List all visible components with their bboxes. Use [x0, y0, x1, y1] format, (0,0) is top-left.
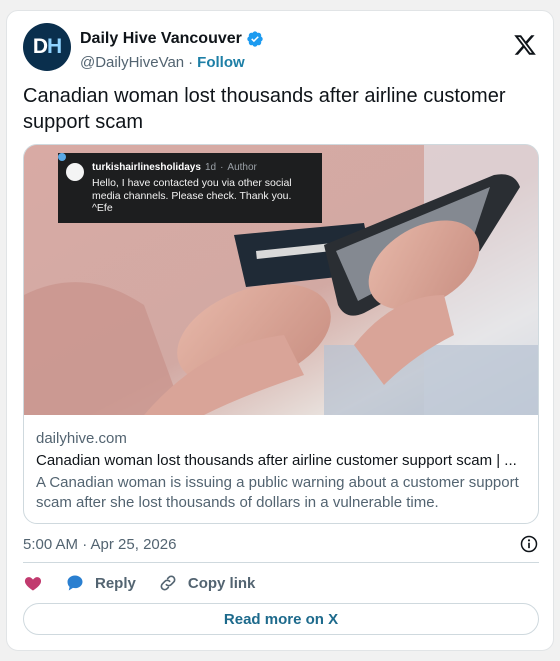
- reply-label: Reply: [95, 574, 136, 592]
- link-icon: [160, 575, 176, 591]
- read-more-button[interactable]: Read more on X: [23, 603, 539, 635]
- avatar-letter-h: H: [47, 35, 62, 58]
- name-row: Daily Hive Vancouver: [80, 30, 264, 48]
- action-bar: Reply Copy link: [23, 571, 255, 595]
- overlay-role: Author: [227, 162, 257, 173]
- overlay-meta: turkishairlinesholidays 1d · Author: [58, 153, 312, 174]
- timestamp[interactable]: 5:00 AM · Apr 25, 2026: [23, 536, 176, 553]
- copy-link-button[interactable]: Copy link: [158, 573, 256, 593]
- link-title: Canadian woman lost thousands after airl…: [36, 452, 517, 469]
- heart-icon: [24, 577, 42, 591]
- info-icon[interactable]: [519, 534, 539, 554]
- overlay-separator: ·: [220, 162, 224, 173]
- link-domain: dailyhive.com: [36, 430, 127, 447]
- like-button[interactable]: [23, 573, 43, 593]
- display-name[interactable]: Daily Hive Vancouver: [80, 30, 242, 48]
- verified-badge-icon: [247, 31, 263, 47]
- follow-button[interactable]: Follow: [197, 54, 245, 71]
- x-logo-icon[interactable]: [513, 33, 537, 57]
- overlay-account: turkishairlinesholidays: [92, 162, 201, 173]
- handle-row: @DailyHiveVan · Follow: [80, 54, 245, 71]
- divider: [23, 562, 539, 563]
- overlay-age: 1d: [204, 162, 217, 173]
- link-description: A Canadian woman is issuing a public war…: [36, 474, 519, 511]
- reply-button[interactable]: Reply: [65, 573, 136, 593]
- overlay-verified-icon: [58, 153, 66, 161]
- copy-link-label: Copy link: [187, 574, 256, 592]
- avatar-letter-d: D: [32, 35, 48, 58]
- tweet-header: DH Daily Hive Vancouver @DailyHiveVan · …: [23, 23, 539, 73]
- link-card[interactable]: turkishairlinesholidays 1d · Author Hell…: [23, 144, 539, 524]
- tweet-text: Canadian woman lost thousands after airl…: [23, 85, 506, 133]
- article-photo: turkishairlinesholidays 1d · Author Hell…: [24, 145, 538, 415]
- avatar[interactable]: DH: [23, 23, 71, 71]
- tweet-embed-card: DH Daily Hive Vancouver @DailyHiveVan · …: [6, 10, 554, 651]
- timestamp-row: 5:00 AM · Apr 25, 2026: [23, 533, 539, 555]
- handle-separator: ·: [188, 54, 194, 71]
- link-info[interactable]: dailyhive.com Canadian woman lost thousa…: [24, 415, 538, 523]
- turkish-airlines-logo-icon: [66, 163, 84, 181]
- overlay-message: Hello, I have contacted you via other so…: [92, 177, 292, 214]
- handle[interactable]: @DailyHiveVan: [80, 54, 184, 71]
- speech-bubble-icon: [67, 575, 83, 591]
- reply-screenshot-overlay: turkishairlinesholidays 1d · Author Hell…: [58, 153, 322, 223]
